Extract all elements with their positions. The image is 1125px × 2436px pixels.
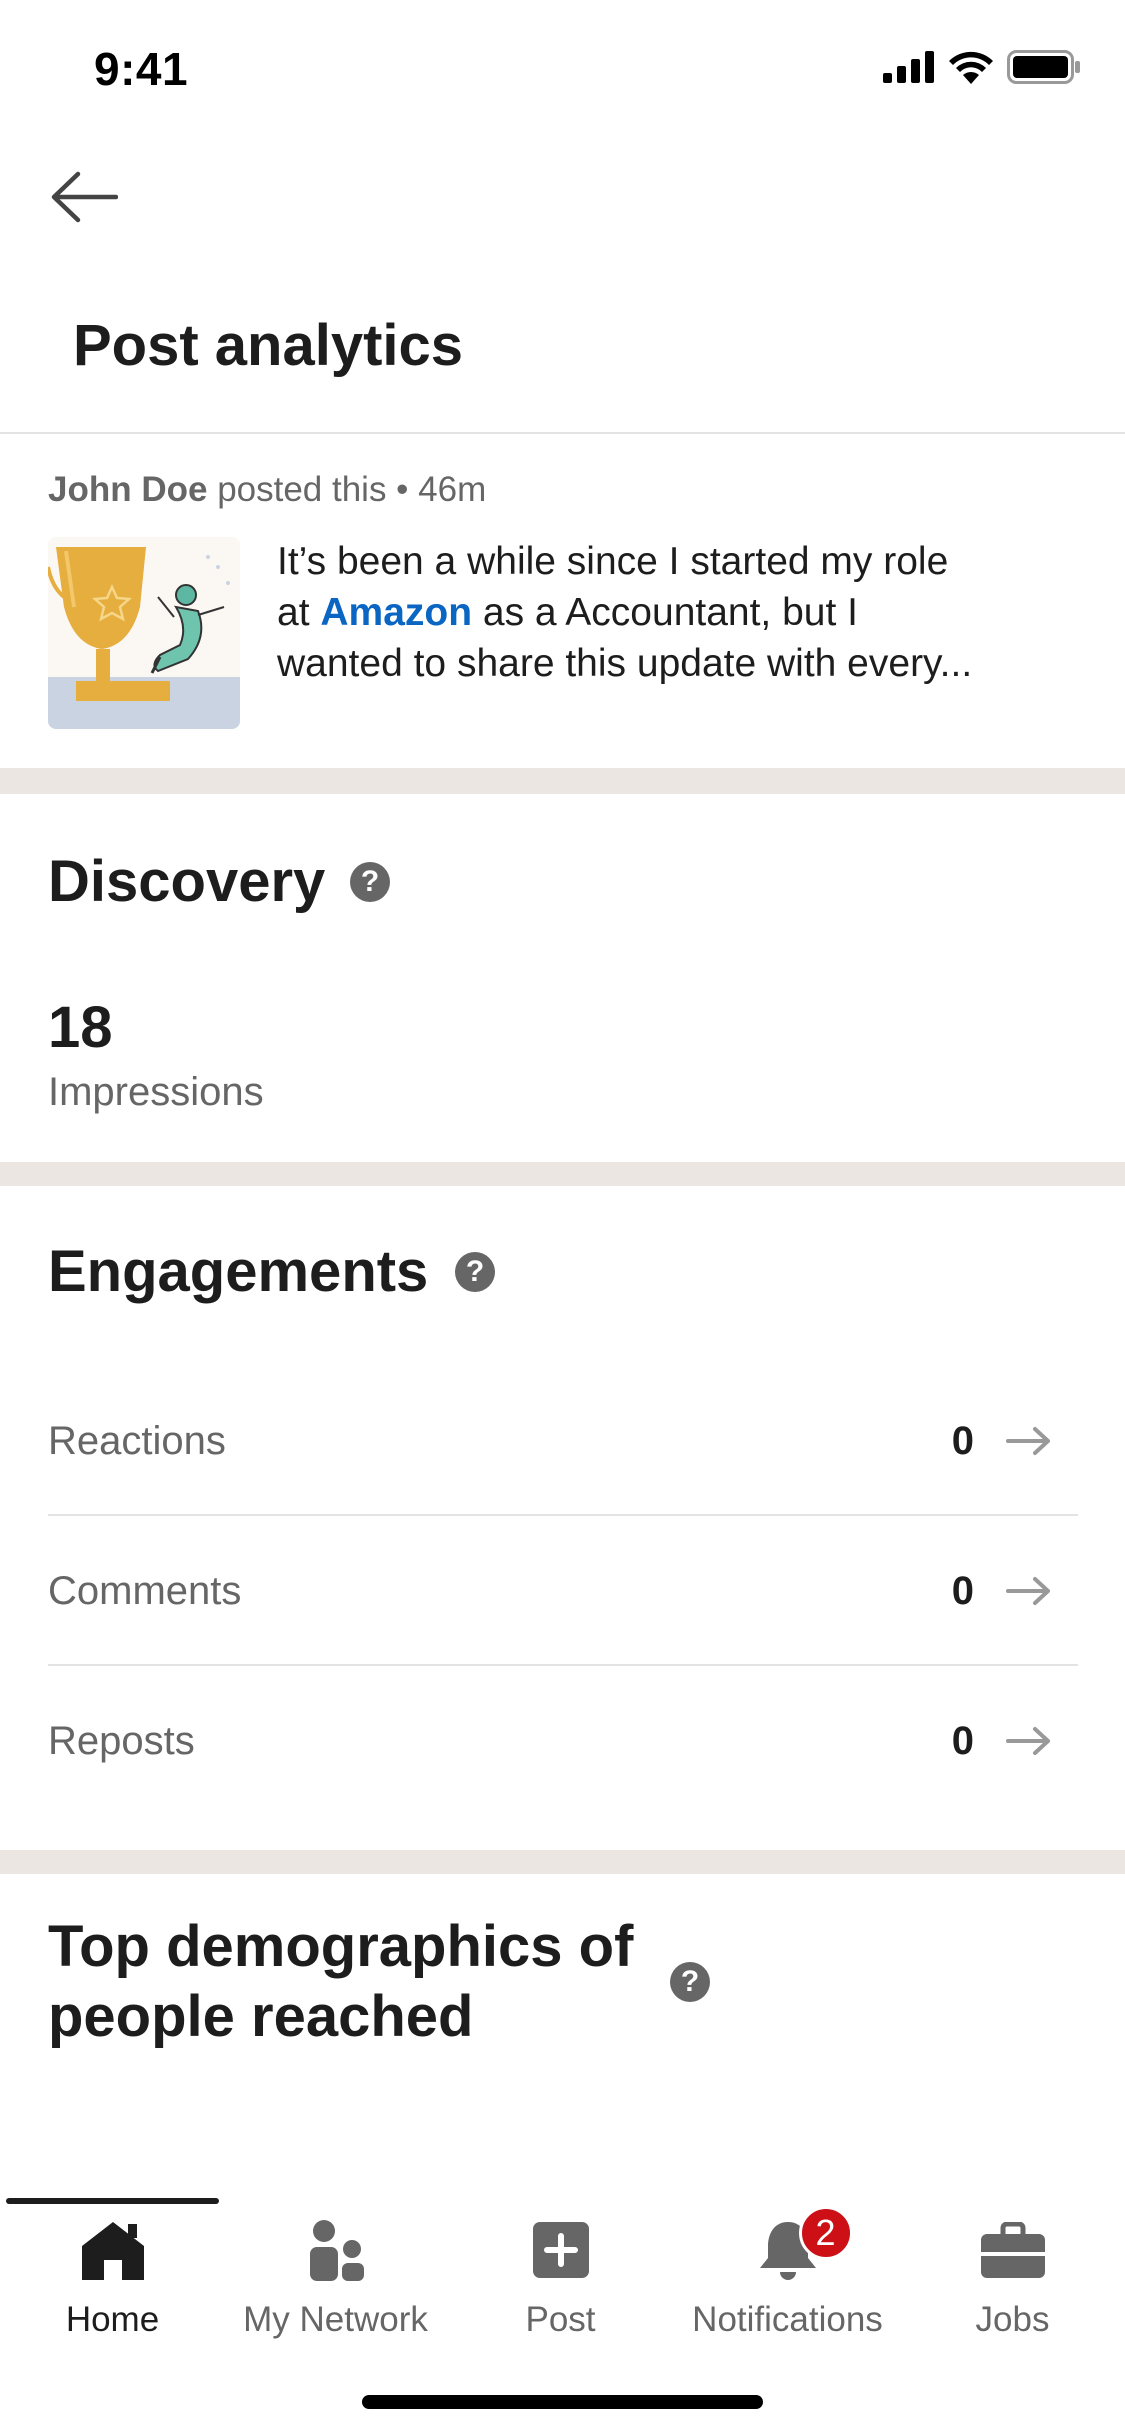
nav-label-post: Post <box>525 2300 596 2339</box>
bell-icon: 2 <box>753 2206 853 2282</box>
arrow-right-icon <box>1006 1427 1050 1455</box>
reposts-label: Reposts <box>48 1718 195 1763</box>
page-title: Post analytics <box>73 313 464 378</box>
home-indicator[interactable] <box>362 2395 763 2409</box>
post-text-preview[interactable]: It’s been a while since I started my rol… <box>277 536 1077 689</box>
post-meta-suffix: posted this • 46m <box>217 470 487 509</box>
post-author[interactable]: John Doe <box>48 470 207 509</box>
engagements-help-icon[interactable]: ? <box>455 1252 495 1292</box>
nav-item-post[interactable]: Post <box>448 2210 673 2340</box>
home-icon <box>78 2218 148 2282</box>
impressions-label: Impressions <box>48 1070 264 1114</box>
post-text-line-3: wanted to share this update with every..… <box>277 642 973 685</box>
reposts-value: 0 <box>951 1718 974 1763</box>
nav-label-home: Home <box>65 2300 160 2339</box>
battery-icon <box>1007 50 1080 84</box>
post-text-line-1: It’s been a while since I started my rol… <box>277 540 949 583</box>
arrow-right-icon <box>1006 1727 1050 1755</box>
discovery-heading: Discovery <box>48 849 326 914</box>
reactions-row[interactable]: Reactions 0 <box>48 1366 1078 1516</box>
nav-label-notifications: Notifications <box>692 2300 883 2339</box>
comments-value: 0 <box>951 1568 974 1613</box>
cellular-signal-icon <box>883 51 934 83</box>
status-bar: 9:41 <box>0 0 1125 140</box>
reactions-label: Reactions <box>48 1418 226 1463</box>
company-mention-link[interactable]: Amazon <box>320 591 472 634</box>
reposts-row[interactable]: Reposts 0 <box>48 1666 1078 1816</box>
demographics-heading: Top demographics of people reached <box>48 1914 634 2049</box>
reactions-value: 0 <box>951 1418 974 1463</box>
engagements-heading: Engagements <box>48 1239 429 1304</box>
back-button[interactable] <box>44 160 124 234</box>
post-thumbnail[interactable] <box>48 537 240 729</box>
nav-item-notifications[interactable]: 2 Notifications <box>675 2206 900 2340</box>
section-separator <box>0 1162 1125 1186</box>
section-separator <box>0 768 1125 794</box>
nav-item-my-network[interactable]: My Network <box>223 2210 448 2340</box>
comments-label: Comments <box>48 1568 242 1613</box>
comments-row[interactable]: Comments 0 <box>48 1516 1078 1666</box>
impressions-value: 18 <box>48 995 113 1060</box>
nav-active-indicator <box>6 2198 219 2204</box>
discovery-help-icon[interactable]: ? <box>350 862 390 902</box>
arrow-right-icon <box>1006 1577 1050 1605</box>
nav-item-jobs[interactable]: Jobs <box>900 2210 1125 2340</box>
demographics-help-icon[interactable]: ? <box>670 1962 710 2002</box>
notification-badge: 2 <box>798 2206 853 2260</box>
network-icon <box>301 2218 371 2282</box>
post-meta: John Doe posted this • 46m <box>48 470 486 510</box>
wifi-icon <box>949 51 993 84</box>
header-divider <box>0 432 1125 434</box>
nav-label-jobs: Jobs <box>975 2300 1050 2339</box>
post-text-line-2: at Amazon as a Accountant, but I <box>277 591 858 634</box>
nav-item-home[interactable]: Home <box>0 2210 225 2340</box>
arrow-left-icon <box>51 171 118 223</box>
status-icons <box>883 50 1081 84</box>
status-time: 9:41 <box>94 43 189 95</box>
nav-label-my-network: My Network <box>243 2300 428 2339</box>
plus-square-icon <box>526 2218 596 2282</box>
briefcase-icon <box>978 2218 1048 2282</box>
trophy-illustration <box>48 537 240 729</box>
section-separator <box>0 1850 1125 1874</box>
